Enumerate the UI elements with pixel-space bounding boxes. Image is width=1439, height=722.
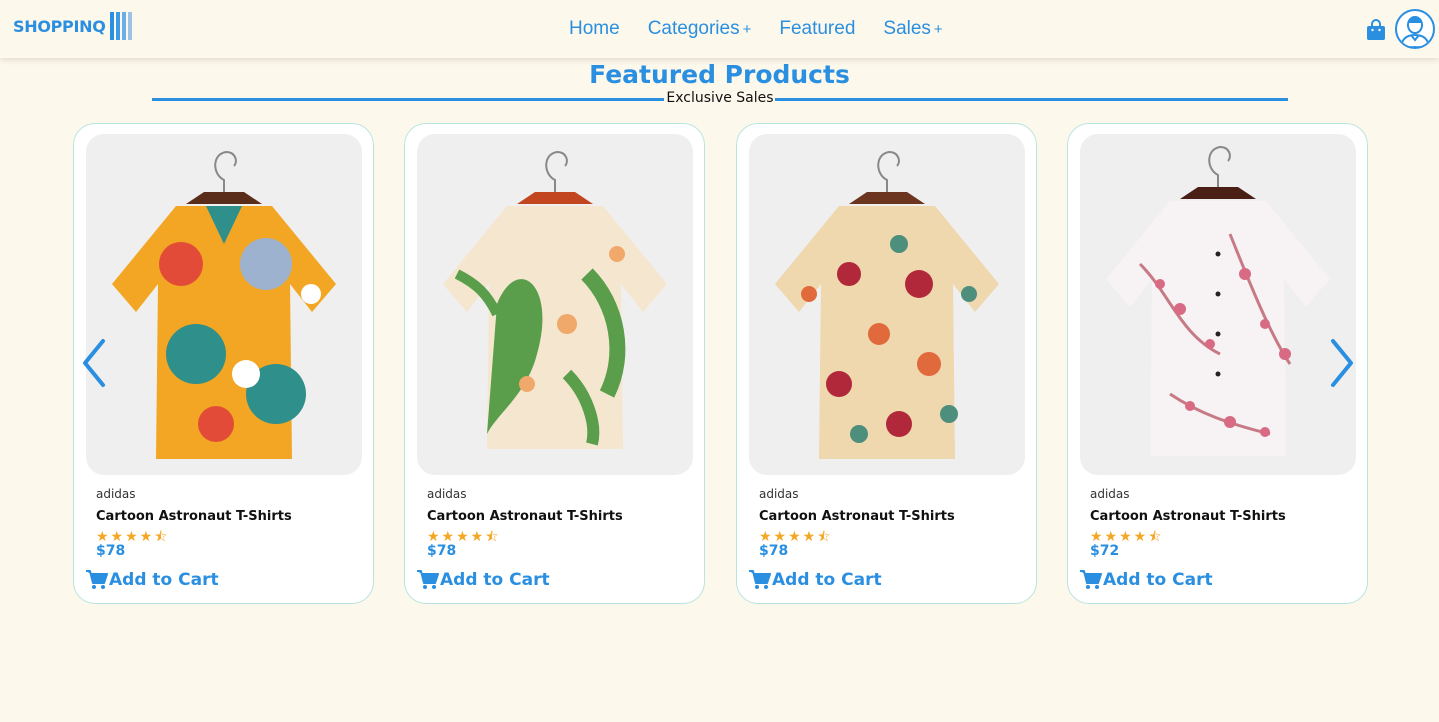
plus-icon: + (742, 21, 752, 38)
product-image[interactable] (417, 134, 693, 475)
plus-icon: + (933, 21, 943, 38)
product-brand: adidas (1090, 487, 1130, 501)
cart-icon (749, 570, 771, 589)
nav-categories[interactable]: Categories + (648, 18, 752, 40)
nav-home-label: Home (569, 18, 620, 39)
add-to-cart-button[interactable]: Add to Cart (749, 570, 882, 590)
chevron-left-icon[interactable] (79, 338, 109, 388)
shopping-bag-icon[interactable] (1366, 19, 1386, 41)
nav-categories-label: Categories (647, 18, 740, 39)
product-price: $78 (96, 543, 126, 559)
product-name[interactable]: Cartoon Astronaut T-Shirts (759, 509, 955, 524)
product-image[interactable] (1080, 134, 1356, 475)
add-to-cart-button[interactable]: Add to Cart (1080, 570, 1213, 590)
chevron-right-icon[interactable] (1327, 338, 1357, 388)
add-to-cart-button[interactable]: Add to Cart (417, 570, 550, 590)
section-subtitle: Exclusive Sales (666, 90, 774, 106)
product-price: $72 (1090, 543, 1120, 559)
section-title: Featured Products (589, 60, 850, 89)
add-to-cart-label: Add to Cart (1103, 570, 1213, 590)
product-image[interactable] (86, 134, 362, 475)
product-card[interactable]: adidas Cartoon Astronaut T-Shirts ★★★★⯪ … (1067, 123, 1368, 604)
product-brand: adidas (759, 487, 799, 501)
product-name[interactable]: Cartoon Astronaut T-Shirts (427, 509, 623, 524)
add-to-cart-button[interactable]: Add to Cart (86, 570, 219, 590)
nav-sales-label: Sales (883, 18, 931, 39)
cart-icon (1080, 570, 1102, 589)
product-brand: adidas (427, 487, 467, 501)
nav-featured[interactable]: Featured (779, 18, 855, 40)
add-to-cart-label: Add to Cart (440, 570, 550, 590)
product-price: $78 (759, 543, 789, 559)
user-avatar-icon[interactable] (1395, 9, 1435, 49)
cart-icon (417, 570, 439, 589)
nav-sales[interactable]: Sales + (883, 18, 942, 40)
product-card[interactable]: adidas Cartoon Astronaut T-Shirts ★★★★⯪ … (73, 123, 374, 604)
site-logo[interactable]: SHOPPINQ (13, 12, 132, 40)
divider-right (775, 98, 1288, 101)
product-name[interactable]: Cartoon Astronaut T-Shirts (96, 509, 292, 524)
product-name[interactable]: Cartoon Astronaut T-Shirts (1090, 509, 1286, 524)
logo-bars-icon (108, 12, 132, 40)
divider-left (152, 98, 664, 101)
add-to-cart-label: Add to Cart (109, 570, 219, 590)
shirt-illustration (1106, 145, 1330, 456)
nav-featured-label: Featured (779, 18, 856, 39)
add-to-cart-label: Add to Cart (772, 570, 882, 590)
product-image[interactable] (749, 134, 1025, 475)
shirt-illustration (112, 150, 336, 459)
shirt-illustration (775, 150, 999, 459)
cart-icon (86, 570, 108, 589)
product-card[interactable]: adidas Cartoon Astronaut T-Shirts ★★★★⯪ … (404, 123, 705, 604)
shirt-illustration (443, 150, 667, 449)
main-nav: Home Categories + Featured Sales + (569, 18, 971, 40)
nav-home[interactable]: Home (569, 18, 620, 40)
product-brand: adidas (96, 487, 136, 501)
product-card[interactable]: adidas Cartoon Astronaut T-Shirts ★★★★⯪ … (736, 123, 1037, 604)
top-navbar: SHOPPINQ Home Categories + Featured Sales… (0, 0, 1439, 58)
logo-text: SHOPPINQ (13, 16, 106, 36)
product-price: $78 (427, 543, 457, 559)
